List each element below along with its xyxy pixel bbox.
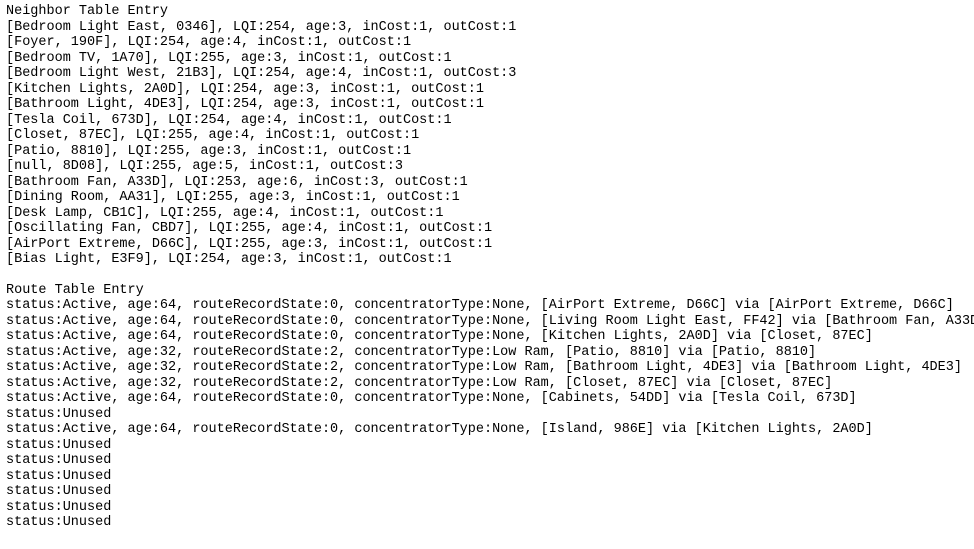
route-entry: status:Active, age:64, routeRecordState:…: [6, 329, 968, 345]
route-entry: status:Unused: [6, 469, 968, 485]
route-entry: status:Unused: [6, 453, 968, 469]
route-entry: status:Active, age:32, routeRecordState:…: [6, 376, 968, 392]
route-table-section: Route Table Entry status:Active, age:64,…: [6, 283, 968, 531]
route-table-header: Route Table Entry: [6, 283, 968, 299]
neighbor-entry: [Bedroom TV, 1A70], LQI:255, age:3, inCo…: [6, 51, 968, 67]
route-entry: status:Unused: [6, 515, 968, 531]
neighbor-entry: [Bias Light, E3F9], LQI:254, age:3, inCo…: [6, 252, 968, 268]
neighbor-entry: [Foyer, 190F], LQI:254, age:4, inCost:1,…: [6, 35, 968, 51]
route-entry: status:Unused: [6, 407, 968, 423]
neighbor-table-section: Neighbor Table Entry [Bedroom Light East…: [6, 4, 968, 268]
neighbor-table-body: [Bedroom Light East, 0346], LQI:254, age…: [6, 20, 968, 268]
route-entry: status:Unused: [6, 500, 968, 516]
route-entry: status:Active, age:32, routeRecordState:…: [6, 360, 968, 376]
neighbor-entry: [Bedroom Light East, 0346], LQI:254, age…: [6, 20, 968, 36]
neighbor-entry: [Bedroom Light West, 21B3], LQI:254, age…: [6, 66, 968, 82]
neighbor-entry: [Kitchen Lights, 2A0D], LQI:254, age:3, …: [6, 82, 968, 98]
neighbor-entry: [Oscillating Fan, CBD7], LQI:255, age:4,…: [6, 221, 968, 237]
neighbor-entry: [Closet, 87EC], LQI:255, age:4, inCost:1…: [6, 128, 968, 144]
route-entry: status:Active, age:32, routeRecordState:…: [6, 345, 968, 361]
neighbor-entry: [Patio, 8810], LQI:255, age:3, inCost:1,…: [6, 144, 968, 160]
log-output: Neighbor Table Entry [Bedroom Light East…: [0, 0, 974, 535]
neighbor-entry: [Tesla Coil, 673D], LQI:254, age:4, inCo…: [6, 113, 968, 129]
route-entry: status:Active, age:64, routeRecordState:…: [6, 314, 968, 330]
neighbor-entry: [Bathroom Fan, A33D], LQI:253, age:6, in…: [6, 175, 968, 191]
route-entry: status:Unused: [6, 438, 968, 454]
neighbor-entry: [Bathroom Light, 4DE3], LQI:254, age:3, …: [6, 97, 968, 113]
neighbor-entry: [Dining Room, AA31], LQI:255, age:3, inC…: [6, 190, 968, 206]
route-entry: status:Active, age:64, routeRecordState:…: [6, 422, 968, 438]
neighbor-entry: [AirPort Extreme, D66C], LQI:255, age:3,…: [6, 237, 968, 253]
route-entry: status:Active, age:64, routeRecordState:…: [6, 391, 968, 407]
route-entry: status:Unused: [6, 484, 968, 500]
neighbor-entry: [null, 8D08], LQI:255, age:5, inCost:1, …: [6, 159, 968, 175]
route-entry: status:Active, age:64, routeRecordState:…: [6, 298, 968, 314]
route-table-body: status:Active, age:64, routeRecordState:…: [6, 298, 968, 531]
neighbor-entry: [Desk Lamp, CB1C], LQI:255, age:4, inCos…: [6, 206, 968, 222]
neighbor-table-header: Neighbor Table Entry: [6, 4, 968, 20]
